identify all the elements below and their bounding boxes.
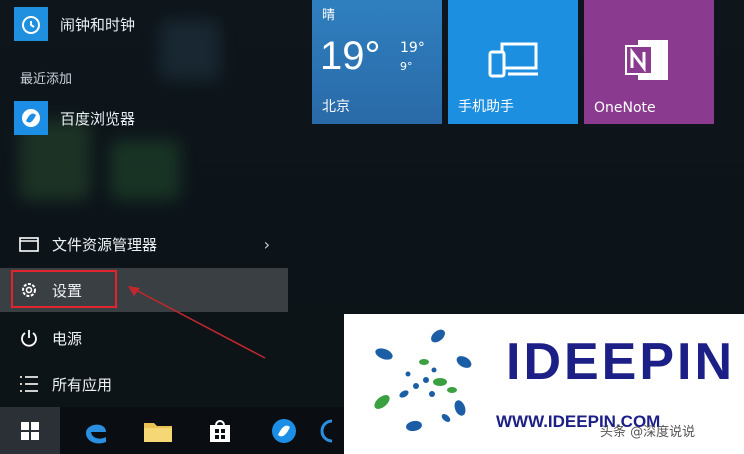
- weather-high: 19°: [400, 40, 425, 56]
- tile-label: OneNote: [594, 100, 656, 116]
- power-item[interactable]: 电源: [0, 316, 288, 360]
- item-label: 电源: [52, 329, 83, 348]
- weather-low: 9°: [400, 60, 413, 73]
- weather-temp: 19°: [320, 34, 381, 78]
- list-icon: [18, 373, 40, 395]
- recent-section-label: 最近添加: [20, 72, 73, 87]
- baidu-browser-icon[interactable]: [254, 407, 314, 454]
- highlight-box: [11, 270, 117, 308]
- file-explorer-icon: [18, 233, 40, 255]
- item-label: 文件资源管理器: [52, 235, 158, 254]
- weather-tile[interactable]: 晴 19° 19° 9° 北京: [312, 0, 442, 124]
- blurred-tile: [160, 20, 220, 80]
- app-label: 闹钟和时钟: [60, 15, 136, 34]
- tile-label: 手机助手: [458, 99, 514, 115]
- weather-city: 北京: [322, 99, 350, 115]
- blurred-tile: [110, 140, 180, 200]
- item-label: 所有应用: [52, 375, 113, 394]
- onenote-icon: [624, 38, 670, 86]
- baidu-browser-icon: [14, 101, 48, 135]
- ideepin-logo-icon: [374, 329, 472, 432]
- all-apps-item[interactable]: 所有应用: [0, 362, 288, 406]
- watermark-brand: IDEEPIN: [506, 333, 736, 391]
- app-label: 百度浏览器: [60, 109, 136, 128]
- weather-condition: 晴: [322, 8, 336, 23]
- app-alarm-clock[interactable]: 闹钟和时钟: [14, 4, 135, 44]
- phone-assistant-tile[interactable]: 手机助手: [448, 0, 578, 124]
- phone-laptop-icon: [488, 40, 540, 84]
- onenote-tile[interactable]: OneNote: [584, 0, 714, 124]
- watermark-credit: 头条 @深度说说: [600, 425, 696, 440]
- power-icon: [18, 327, 40, 349]
- file-folder-icon[interactable]: [128, 407, 188, 454]
- edge-icon[interactable]: [66, 407, 126, 454]
- taskbar-app-icon[interactable]: [318, 407, 344, 454]
- file-explorer-item[interactable]: 文件资源管理器 ›: [0, 222, 288, 266]
- alarm-clock-icon: [14, 7, 48, 41]
- chevron-right-icon[interactable]: ›: [264, 235, 270, 254]
- store-icon[interactable]: [190, 407, 250, 454]
- windows-start-icon[interactable]: [0, 407, 60, 454]
- app-baidu-browser[interactable]: 百度浏览器: [14, 98, 135, 138]
